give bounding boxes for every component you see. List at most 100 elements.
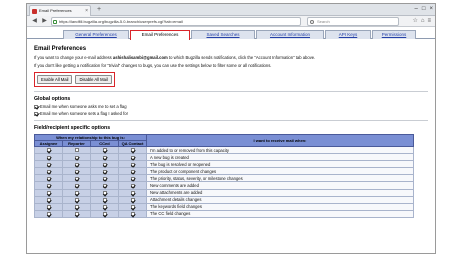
enable-all-mail-button[interactable]: Enable All Mail [37,75,73,84]
bookmark-star-icon[interactable]: ☆ [412,17,417,26]
minimize-icon[interactable]: – [415,4,418,15]
checkbox-cell [34,174,63,183]
cced-checkbox[interactable] [102,205,107,210]
qa-contact-checkbox[interactable] [130,176,135,181]
reporter-checkbox[interactable] [74,183,79,188]
menu-icon[interactable]: ≡ [427,17,431,26]
mail-toggle-buttons: Enable All Mail Disable All Mail [34,72,115,87]
new-tab-icon[interactable]: + [95,6,103,14]
assignee-checkbox[interactable] [46,155,51,160]
home-icon[interactable]: ⌂ [421,17,425,26]
table-row: The keywords field changes [34,202,414,211]
browser-tab-title: Email Preferences [39,8,72,13]
table-row: The priority, status, severity, or miles… [34,174,414,183]
checkbox-cell [90,181,119,190]
qa-contact-checkbox[interactable] [130,205,135,210]
reporter-checkbox[interactable] [74,148,79,153]
assignee-checkbox[interactable] [46,162,51,167]
reporter-checkbox[interactable] [74,205,79,210]
assignee-checkbox[interactable] [46,183,51,188]
cced-checkbox[interactable] [102,169,107,174]
event-label: New attachments are added [146,188,414,197]
checkbox-cell [90,209,119,218]
maximize-icon[interactable]: □ [422,4,426,15]
flag-asked-label: Email me when someone sets a flag I aske… [40,111,128,116]
cced-checkbox[interactable] [102,198,107,203]
disable-all-mail-button[interactable]: Disable All Mail [75,75,112,84]
divider [34,120,428,121]
page-content: Email Preferences If you want to change … [27,39,435,218]
flag-asked-checkbox[interactable] [34,111,38,116]
checkbox-cell [62,167,91,176]
tab-api-keys[interactable]: API Keys [325,30,371,39]
qa-contact-checkbox[interactable] [130,183,135,188]
cced-checkbox[interactable] [102,155,107,160]
cced-checkbox[interactable] [102,162,107,167]
reporter-checkbox[interactable] [74,198,79,203]
checkbox-cell [34,195,63,204]
cced-checkbox[interactable] [102,148,107,153]
tab-account-information[interactable]: Account Information [256,30,324,39]
assignee-checkbox[interactable] [46,169,51,174]
checkbox-cell [90,195,119,204]
change-email-text: If you want to change your e-mail addres… [34,55,428,60]
checkbox-cell [62,209,91,218]
assignee-checkbox[interactable] [46,176,51,181]
reporter-checkbox[interactable] [74,169,79,174]
checkbox-cell [62,153,91,162]
checkbox-cell [34,153,63,162]
assignee-checkbox[interactable] [46,148,51,153]
tab-saved-searches[interactable]: Saved Searches [191,30,255,39]
browser-tab-strip: Email Preferences × + – □ × [27,4,435,16]
checkbox-cell [117,167,148,176]
checkbox-cell [117,209,148,218]
cced-checkbox[interactable] [102,191,107,195]
qa-contact-checkbox[interactable] [130,148,135,153]
reporter-checkbox[interactable] [74,191,79,195]
reporter-checkbox[interactable] [74,155,79,160]
checkbox-cell [117,195,148,204]
event-header: I want to receive mail when: [146,134,414,147]
assignee-checkbox[interactable] [46,205,51,210]
checkbox-cell [117,174,148,183]
forward-arrow-icon[interactable]: ▶ [40,17,49,26]
address-bar[interactable]: https://landfill.bugzilla.org/bugzilla-5… [51,17,301,26]
set-flag-checkbox[interactable] [34,104,38,109]
checkbox-cell [117,145,148,155]
checkbox-cell [90,160,119,169]
search-input[interactable]: Search [307,17,399,26]
event-label: Attachment details changes [146,195,414,204]
navigation-bar: ◀ ▶ https://landfill.bugzilla.org/bugzil… [27,16,435,27]
close-window-icon[interactable]: × [429,4,433,15]
reporter-checkbox[interactable] [74,212,79,217]
assignee-checkbox[interactable] [46,191,51,195]
reporter-checkbox[interactable] [74,162,79,167]
qa-contact-checkbox[interactable] [130,212,135,217]
event-label: New comments are added [146,181,414,190]
tab-general-preferences[interactable]: General Preferences [63,30,129,39]
table-row: The bug is resolved or reopened [34,160,414,169]
qa-contact-checkbox[interactable] [130,191,135,195]
event-label: The bug is resolved or reopened [146,160,414,169]
close-tab-icon[interactable]: × [85,6,88,16]
qa-contact-checkbox[interactable] [130,198,135,203]
back-arrow-icon[interactable]: ◀ [30,17,39,26]
checkbox-cell [90,153,119,162]
qa-contact-checkbox[interactable] [130,162,135,167]
cced-checkbox[interactable] [102,183,107,188]
address-url: https://landfill.bugzilla.org/bugzilla-5… [59,19,183,24]
table-row: New comments are added [34,181,414,190]
qa-contact-checkbox[interactable] [130,169,135,174]
tab-permissions[interactable]: Permissions [372,30,416,39]
table-row: A new bug is created [34,153,414,162]
cced-checkbox[interactable] [102,176,107,181]
qa-contact-checkbox[interactable] [130,155,135,160]
reporter-checkbox[interactable] [74,176,79,181]
assignee-checkbox[interactable] [46,198,51,203]
assignee-checkbox[interactable] [46,212,51,217]
browser-tab[interactable]: Email Preferences × [29,5,91,16]
cced-checkbox[interactable] [102,212,107,217]
column-header-qa-contact: QA Contact [117,140,148,147]
table-row: The CC field changes [34,209,414,218]
checkbox-cell [34,209,63,218]
